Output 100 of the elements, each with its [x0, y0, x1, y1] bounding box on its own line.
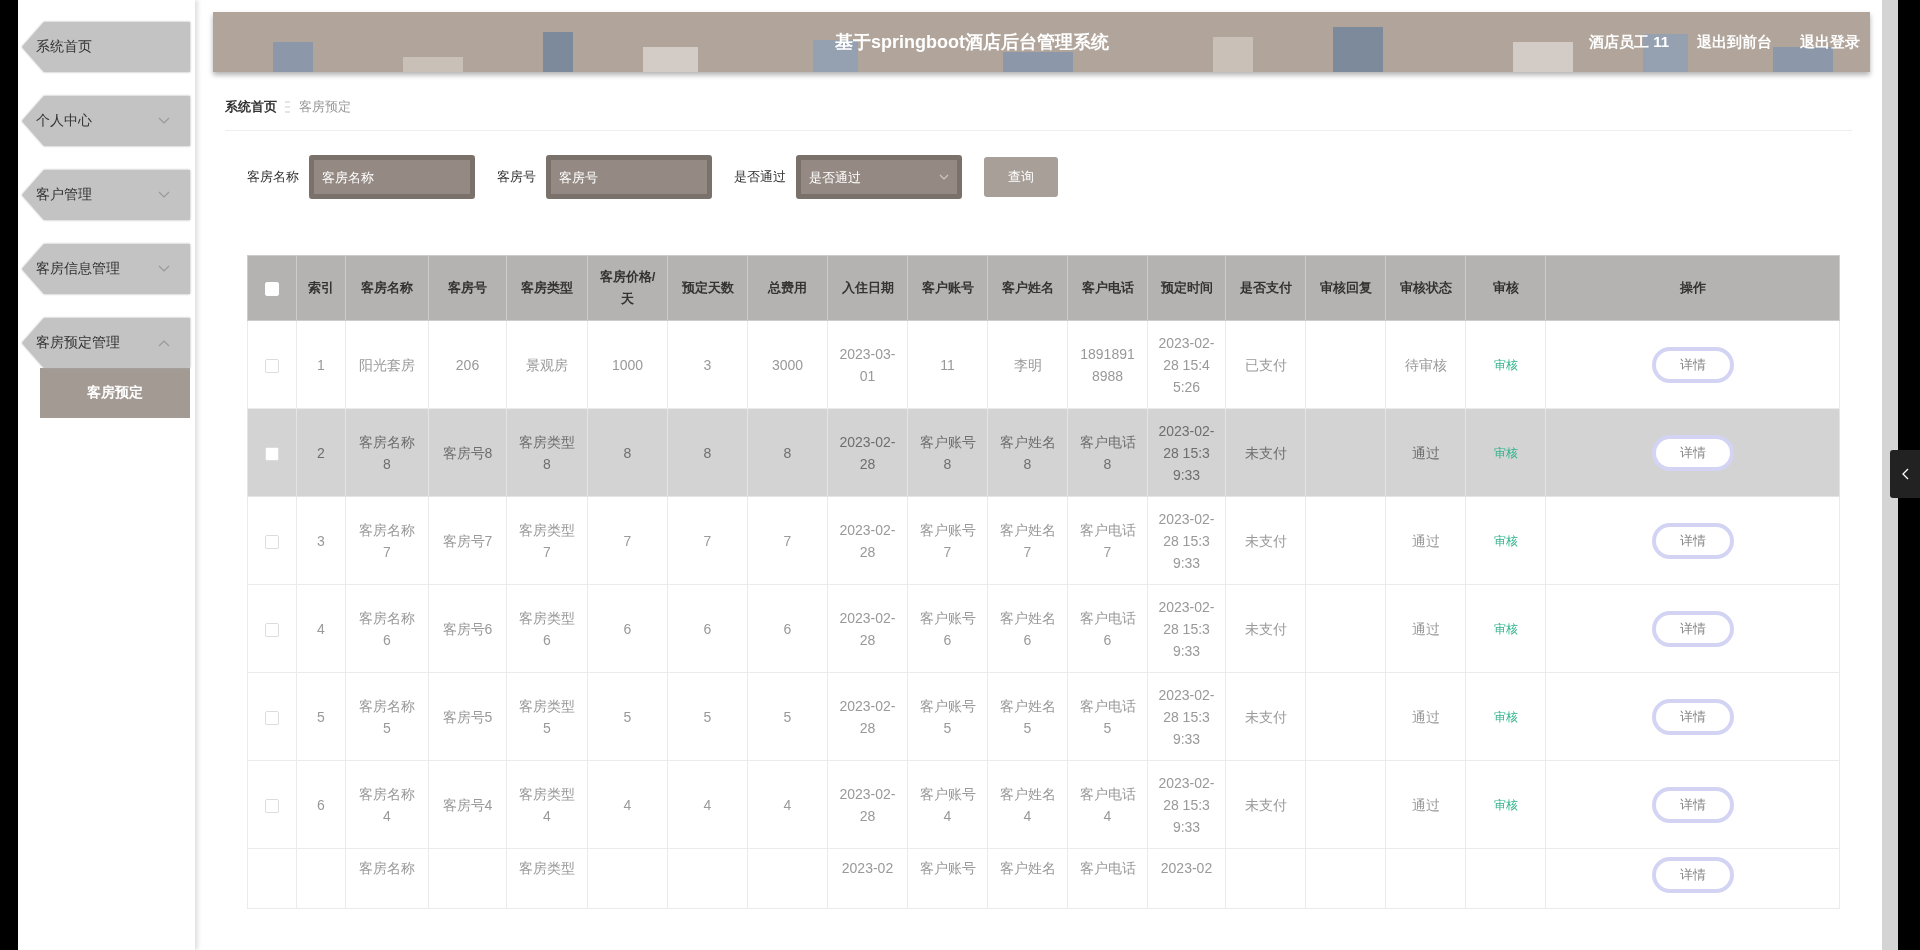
- table-cell: 2023-02-28 15:45:26: [1158, 334, 1215, 395]
- column-header: 索引: [296, 255, 346, 321]
- table-cell: 通过: [1411, 444, 1440, 461]
- table-cell: 6: [703, 620, 712, 637]
- table-cell: 景观房: [526, 356, 568, 373]
- table-cell: 2023-02-28: [839, 697, 896, 736]
- details-button[interactable]: 详情: [1651, 522, 1734, 559]
- header-link[interactable]: 酒店员工 11: [1588, 32, 1669, 52]
- checkbox[interactable]: [265, 358, 279, 373]
- table-cell: 5: [623, 708, 632, 725]
- table-cell: 客户电话7: [1079, 521, 1136, 560]
- sidebar-item[interactable]: 客户管理: [22, 170, 190, 220]
- separator-icon: [285, 101, 291, 113]
- column-header: 总费用: [747, 255, 828, 321]
- table-cell: 3: [703, 356, 712, 373]
- table-cell: 未支付: [1244, 620, 1287, 637]
- table-cell: 客户姓名8: [999, 433, 1056, 472]
- table-cell: 客户电话: [1079, 860, 1136, 876]
- table-cell: 客户姓名6: [999, 609, 1056, 648]
- details-button[interactable]: 详情: [1651, 434, 1734, 471]
- checkbox[interactable]: [265, 622, 279, 637]
- table-cell: 客户姓名5: [999, 697, 1056, 736]
- table-cell: 2023-03-01: [839, 345, 896, 384]
- sidebar-item[interactable]: 系统首页: [22, 22, 190, 72]
- checkbox[interactable]: [265, 446, 279, 461]
- table-cell: 客房类型4: [519, 785, 575, 824]
- table-cell: 客房号6: [442, 620, 493, 637]
- sidebar-item[interactable]: 客房预定管理: [22, 318, 190, 368]
- table-cell: 18918918988: [1080, 345, 1135, 384]
- table-cell: 8: [783, 444, 792, 461]
- input-field[interactable]: 客房名称: [309, 155, 475, 199]
- column-header: 入住日期: [827, 255, 908, 321]
- header-link[interactable]: 退出到前台: [1697, 32, 1772, 52]
- table-cell: 客房类型8: [519, 433, 575, 472]
- table-cell: 客房号7: [442, 532, 493, 549]
- sidebar-item[interactable]: 个人中心: [22, 96, 190, 146]
- column-header: 客房号: [428, 255, 507, 321]
- details-button[interactable]: 详情: [1651, 610, 1734, 647]
- column-header: 是否支付: [1225, 255, 1306, 321]
- details-button[interactable]: 详情: [1651, 346, 1734, 383]
- search-button[interactable]: 查询: [984, 157, 1058, 197]
- table-cell: 2023-02-28: [839, 521, 896, 560]
- table-cell: 2023-02: [1160, 860, 1213, 876]
- field-label: 客房号: [497, 168, 536, 186]
- table-cell: 8: [623, 444, 632, 461]
- table-cell: 客房名称6: [359, 609, 415, 648]
- details-button[interactable]: 详情: [1651, 698, 1734, 735]
- details-button[interactable]: 详情: [1651, 786, 1734, 823]
- checkbox[interactable]: [265, 534, 279, 549]
- table-cell: 2023-02-28 15:39:33: [1158, 774, 1215, 835]
- table-cell: 4: [317, 620, 325, 637]
- breadcrumb-link[interactable]: 系统首页: [225, 98, 277, 116]
- checkbox[interactable]: [265, 798, 279, 813]
- column-header: 预定时间: [1147, 255, 1226, 321]
- table-cell: 未支付: [1244, 532, 1287, 549]
- table-cell: 7: [703, 532, 712, 549]
- app-title: 基于springboot酒店后台管理系统: [834, 31, 1110, 54]
- submenu-item[interactable]: 客房预定: [40, 368, 190, 418]
- table-cell: 客户电话6: [1079, 609, 1136, 648]
- table-cell: 6: [783, 620, 792, 637]
- table-cell: 客房类型5: [519, 697, 575, 736]
- chevron-left-icon[interactable]: [1901, 468, 1909, 480]
- table-cell: 待审核: [1404, 356, 1447, 373]
- table-cell: 2: [317, 444, 325, 461]
- table-cell: 客户电话5: [1079, 697, 1136, 736]
- input-field[interactable]: 客房号: [546, 155, 712, 199]
- scrollbar[interactable]: [1882, 0, 1898, 950]
- table-cell: 通过: [1411, 796, 1440, 813]
- details-button[interactable]: 详情: [1651, 857, 1734, 893]
- table-cell: 客户账号8: [919, 433, 976, 472]
- breadcrumb-link[interactable]: 客房预定: [299, 98, 351, 116]
- sidebar-item[interactable]: 客房信息管理: [22, 244, 190, 294]
- table-cell: 5: [703, 708, 712, 725]
- field-label: 客房名称: [247, 168, 299, 186]
- checkbox[interactable]: [265, 710, 279, 725]
- review-link[interactable]: 审核: [1493, 710, 1518, 724]
- table-cell: 通过: [1411, 532, 1440, 549]
- table-cell: 客房名称7: [359, 521, 415, 560]
- table-cell: 3: [317, 532, 325, 549]
- table-cell: 客房号8: [442, 444, 493, 461]
- review-link[interactable]: 审核: [1493, 622, 1518, 636]
- header-link[interactable]: 退出登录: [1800, 32, 1860, 52]
- review-link[interactable]: 审核: [1493, 798, 1518, 812]
- review-link[interactable]: 审核: [1493, 534, 1518, 548]
- table-cell: 阳光套房: [359, 356, 415, 373]
- table-cell: 客户姓名4: [999, 785, 1056, 824]
- table-cell: 客房类型6: [519, 609, 575, 648]
- column-header: 客户姓名: [987, 255, 1068, 321]
- table-cell: 客房类型7: [519, 521, 575, 560]
- review-link[interactable]: 审核: [1493, 358, 1518, 372]
- table-cell: 客户账号4: [919, 785, 976, 824]
- table-cell: 2023-02-28: [839, 785, 896, 824]
- column-header: 客户电话: [1067, 255, 1148, 321]
- table-cell: 5: [783, 708, 792, 725]
- table-cell: 未支付: [1244, 796, 1287, 813]
- table-cell: 5: [317, 708, 325, 725]
- table-cell: 通过: [1411, 708, 1440, 725]
- table-cell: 客户电话4: [1079, 785, 1136, 824]
- dropdown-field[interactable]: 是否通过: [796, 155, 962, 199]
- table-cell: 客房名称: [359, 860, 415, 876]
